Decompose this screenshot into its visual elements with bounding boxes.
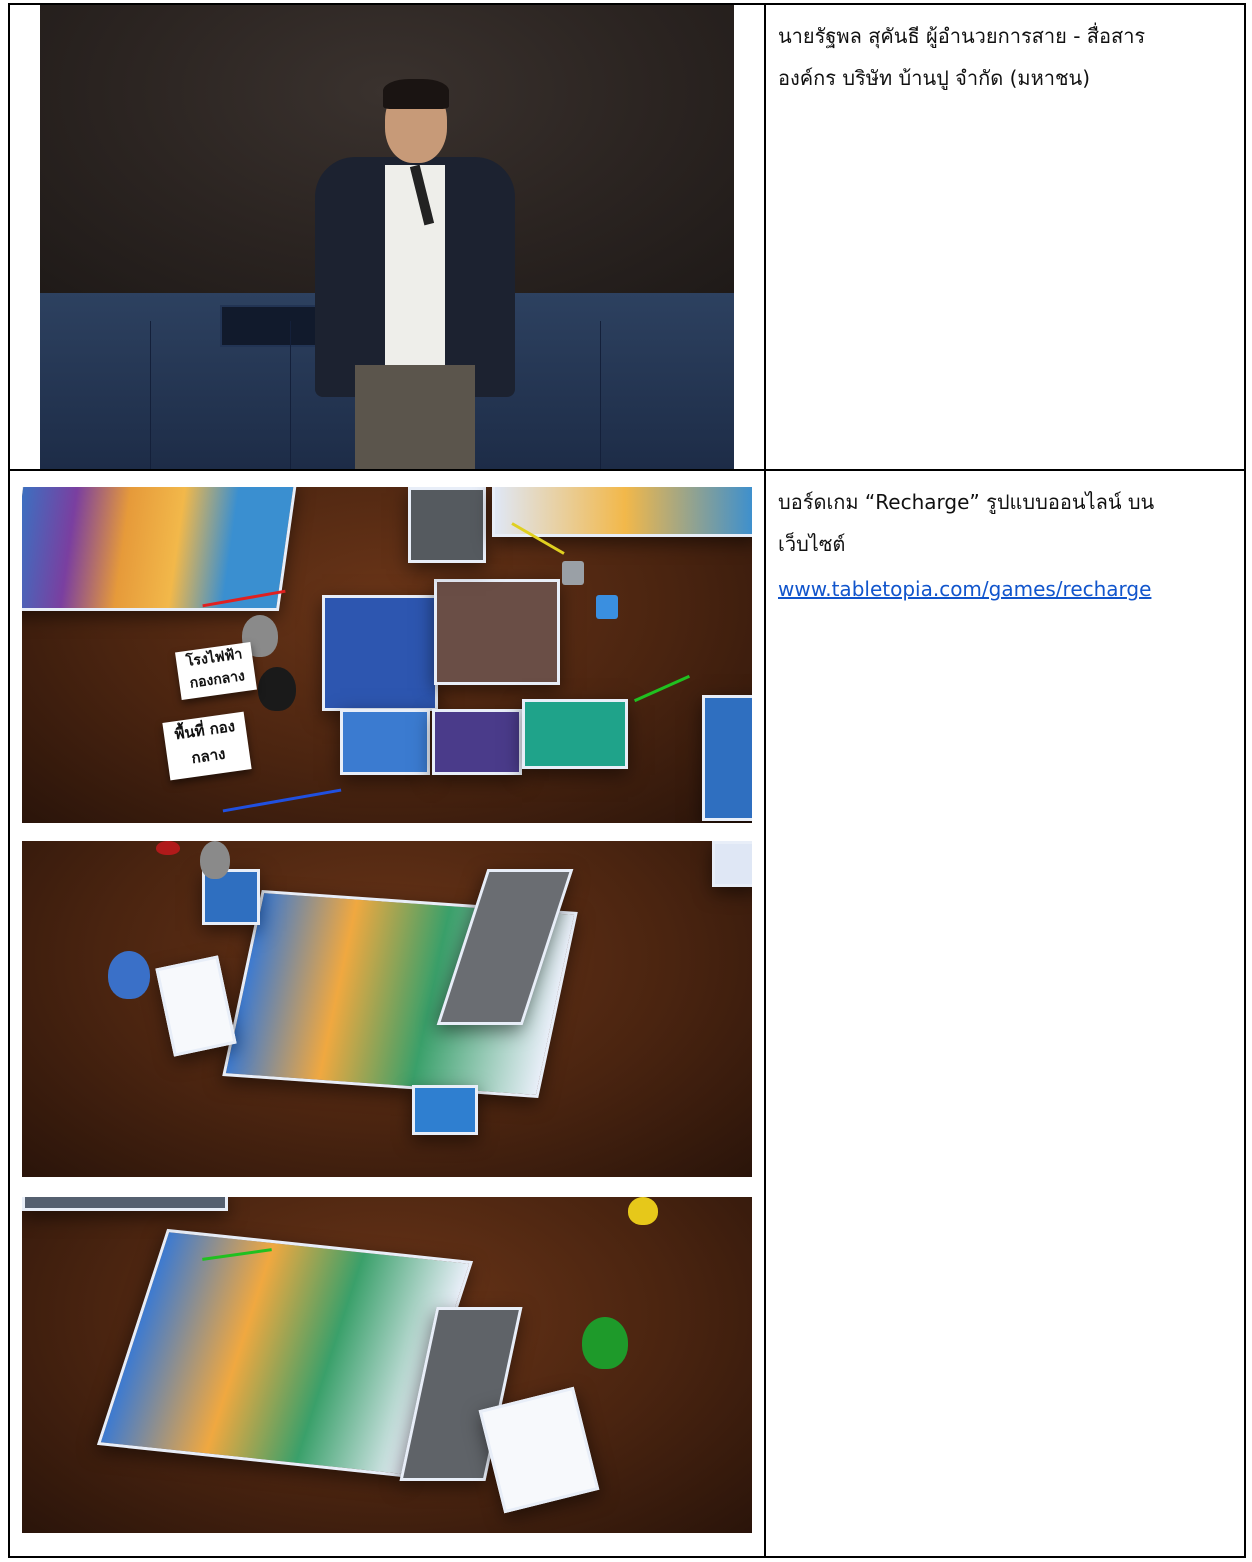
- caption-line: บอร์ดเกม “Recharge” รูปแบบออนไลน์ บน: [778, 490, 1155, 514]
- blue-rail: [222, 788, 342, 813]
- game-screenshot-1: โรงไฟฟ้า กองกลาง พื้นที่ กองกลาง: [22, 487, 752, 823]
- yellow-bag-token: [628, 1197, 658, 1225]
- red-bag-token: [156, 841, 180, 855]
- game-caption: บอร์ดเกม “Recharge” รูปแบบออนไลน์ บน เว็…: [778, 481, 1238, 607]
- reference-card: [478, 1386, 600, 1514]
- table-column-divider: [764, 3, 766, 1558]
- central-board: [434, 579, 560, 685]
- table-row-divider: [8, 469, 1246, 471]
- label-card-common-area: พื้นที่ กองกลาง: [162, 711, 252, 781]
- reference-card: [155, 955, 237, 1057]
- player-board: [22, 487, 298, 611]
- central-board: [322, 595, 438, 711]
- game-screenshot-2: [22, 841, 752, 1177]
- speaker-caption: นายรัฐพล สุคันธี ผู้อำนวยการสาย - สื่อสา…: [778, 15, 1238, 99]
- player-board: [702, 695, 752, 821]
- content-table: นายรัฐพล สุคันธี ผู้อำนวยการสาย - สื่อสา…: [8, 3, 1246, 1559]
- caption-line: เว็บไซต์: [778, 532, 846, 556]
- grey-bag-token: [200, 841, 230, 879]
- black-bag-token: [258, 667, 296, 711]
- caption-line: นายรัฐพล สุคันธี ผู้อำนวยการสาย - สื่อสา…: [778, 24, 1146, 48]
- game-card: [522, 699, 628, 769]
- game-card: [340, 709, 430, 775]
- green-rail: [633, 674, 691, 703]
- game-card: [412, 1085, 478, 1135]
- player-board: [712, 841, 752, 887]
- table-border-right: [1244, 3, 1246, 1558]
- label-card-power-plant: โรงไฟฟ้า กองกลาง: [175, 641, 257, 701]
- tabletopia-link[interactable]: www.tabletopia.com/games/recharge: [778, 571, 1238, 607]
- speaker-figure: [305, 65, 515, 469]
- player-board: [492, 487, 752, 537]
- player-board: [22, 1197, 228, 1211]
- table-border-bottom: [8, 1556, 1246, 1558]
- game-screenshot-3: [22, 1197, 752, 1533]
- green-bag-token: [582, 1317, 628, 1369]
- speaker-photo: [40, 5, 734, 469]
- table-border-left: [8, 3, 10, 1558]
- blue-bag-token: [108, 951, 150, 999]
- energy-cube: [596, 595, 618, 619]
- storage-board: [408, 487, 486, 563]
- game-card: [432, 709, 522, 775]
- caption-line: องค์กร บริษัท บ้านปู จำกัด (มหาชน): [778, 66, 1091, 90]
- energy-cube: [562, 561, 584, 585]
